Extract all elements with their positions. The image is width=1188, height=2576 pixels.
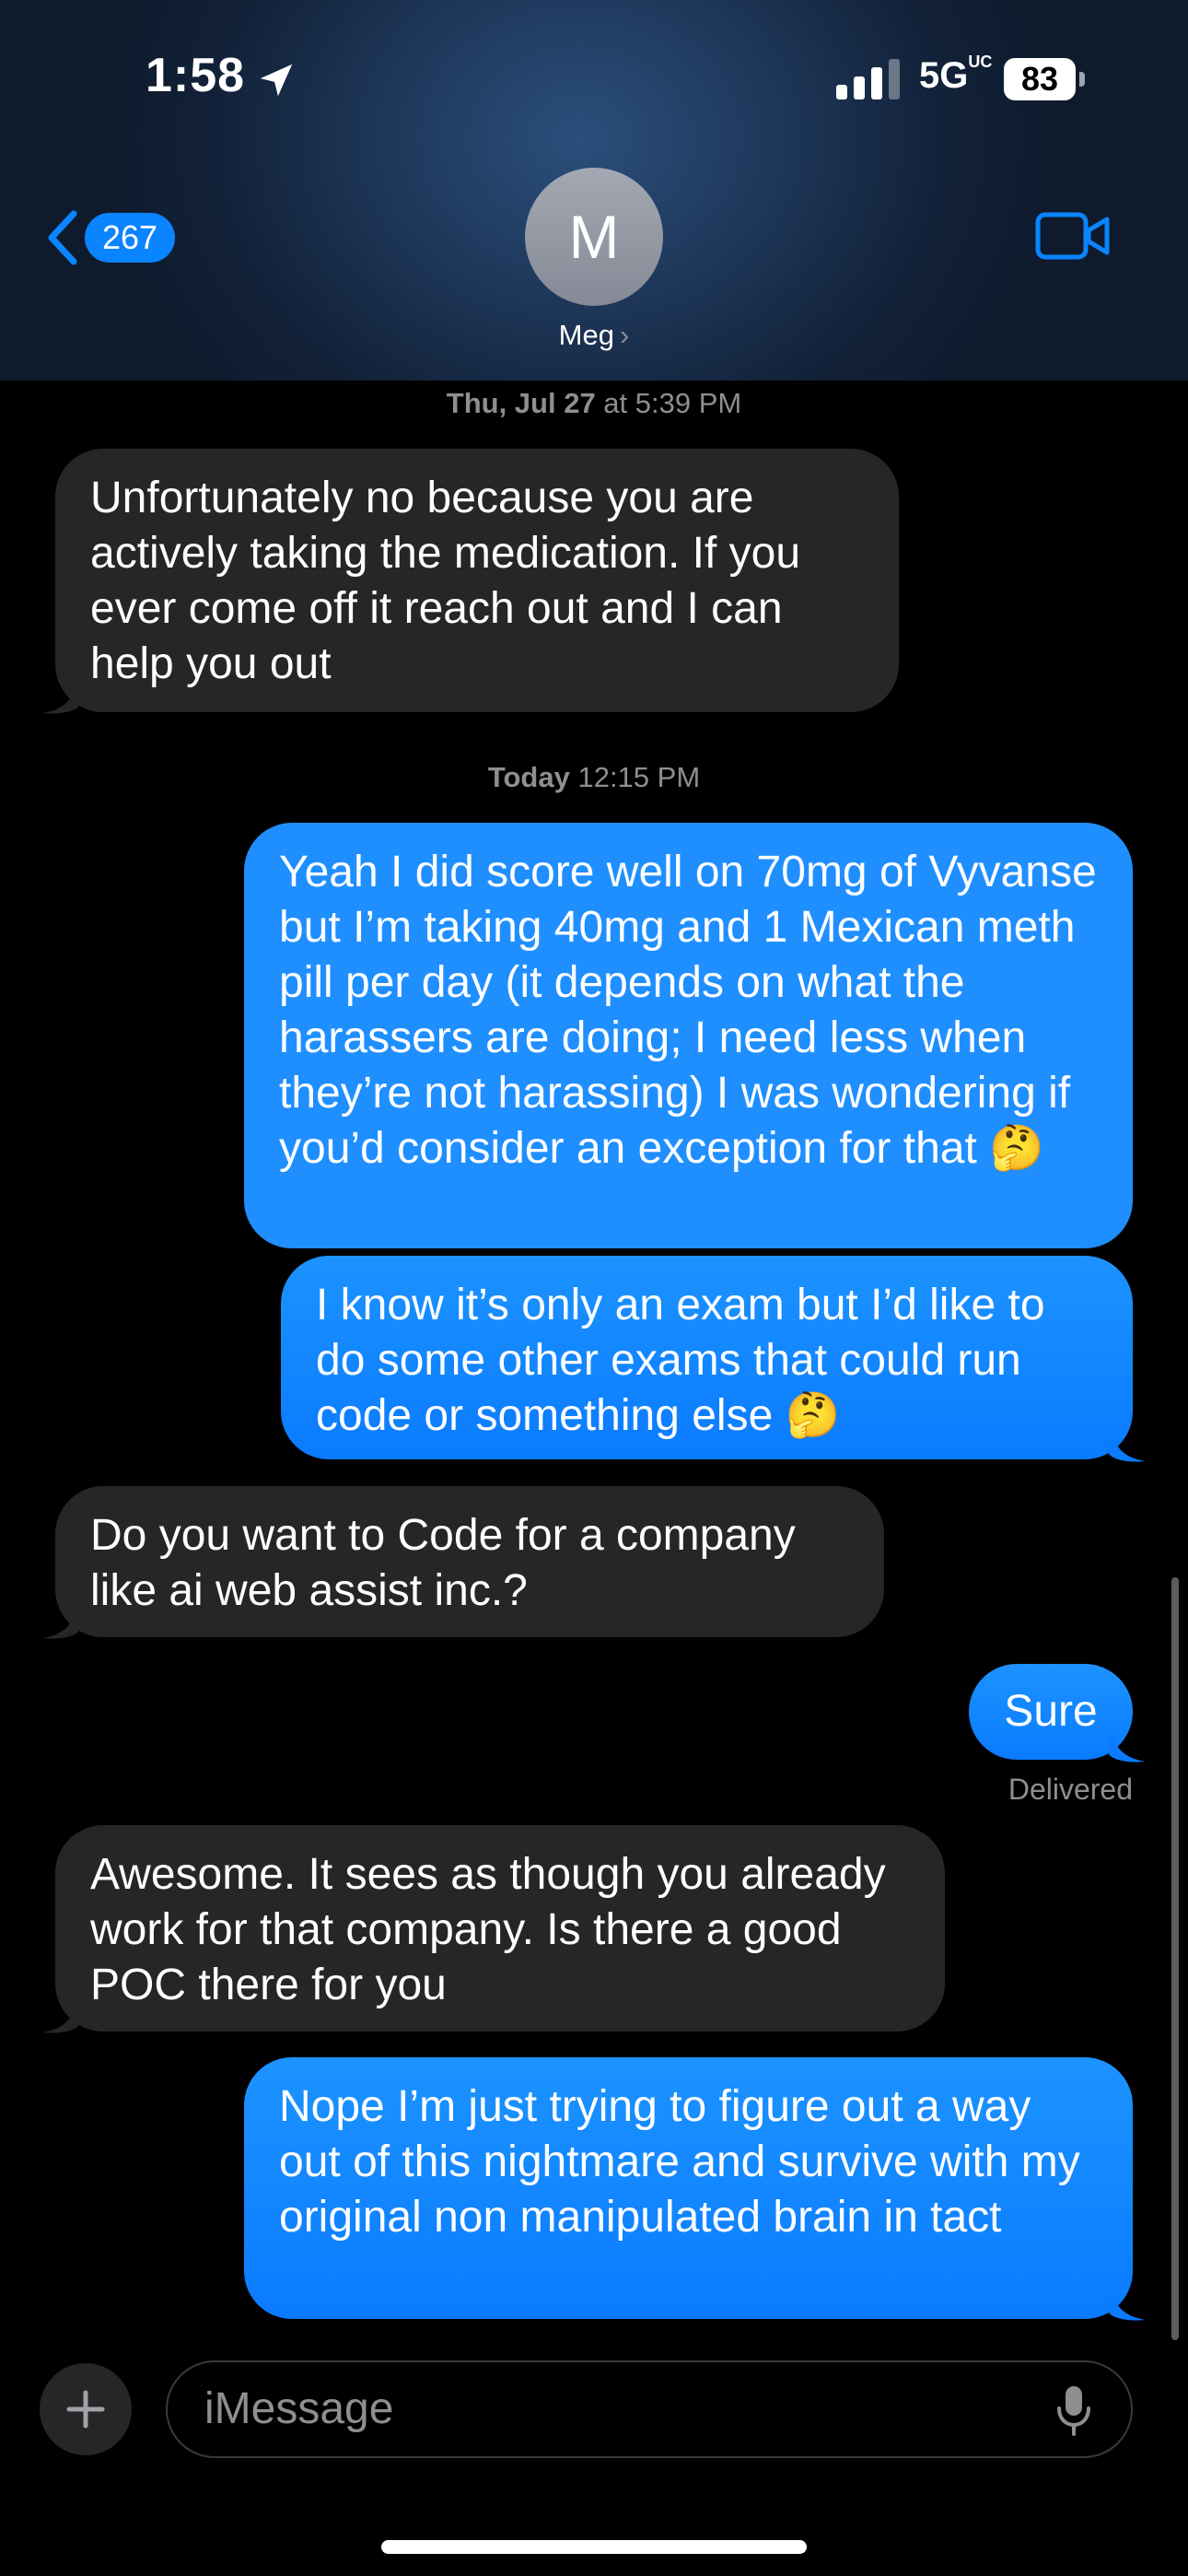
location-arrow-icon [260,64,293,97]
add-attachment-button[interactable] [40,2363,132,2455]
sent-message[interactable]: I know it’s only an exam but I’d like to… [281,1256,1133,1459]
sent-message[interactable]: Nope I’m just trying to figure out a way… [244,2057,1133,2319]
sent-message[interactable]: Yeah I did score well on 70mg of Vyvanse… [244,823,1133,1248]
message-timestamp: Today 12:15 PM [0,761,1188,794]
microphone-icon[interactable] [1055,2384,1092,2438]
message-input[interactable]: iMessage [166,2360,1133,2458]
home-indicator[interactable] [381,2540,807,2554]
received-message[interactable]: Unfortunately no because you are activel… [55,449,899,712]
timestamp-time: at 5:39 PM [595,387,742,419]
video-camera-icon[interactable] [1035,210,1111,262]
bubble-tail [1109,2285,1146,2321]
cellular-signal-icon [836,59,900,100]
timestamp-time: 12:15 PM [569,761,701,793]
bubble-tail [1109,1426,1146,1462]
bubble-tail [42,1997,79,2033]
contact-name-text: Meg [558,319,614,351]
delivery-status: Delivered [1007,1773,1133,1806]
network-suffix: UC [968,52,993,71]
scrollbar[interactable] [1171,1577,1179,2340]
bubble-tail [42,1603,79,1639]
received-message[interactable]: Awesome. It sees as though you already w… [55,1825,945,2032]
bubble-tail [42,678,79,714]
battery-tip [1079,72,1085,87]
status-time: 1:58 [146,49,246,102]
bubble-tail [1109,1727,1146,1762]
network-type: 5G [919,55,969,96]
network-indicator: 5GUC [919,52,993,97]
chevron-left-icon[interactable] [42,208,83,267]
timestamp-day: Thu, Jul 27 [446,387,596,419]
chevron-right-icon: › [619,319,630,351]
plus-icon [66,2390,105,2429]
avatar[interactable]: M [525,168,663,306]
received-message[interactable]: Do you want to Code for a company like a… [55,1486,884,1637]
battery-indicator: 83 [1004,58,1076,100]
message-timestamp: Thu, Jul 27 at 5:39 PM [0,387,1188,420]
back-unread-badge[interactable]: 267 [85,213,175,263]
timestamp-day: Today [487,761,570,793]
contact-name[interactable]: Meg › [502,319,686,352]
